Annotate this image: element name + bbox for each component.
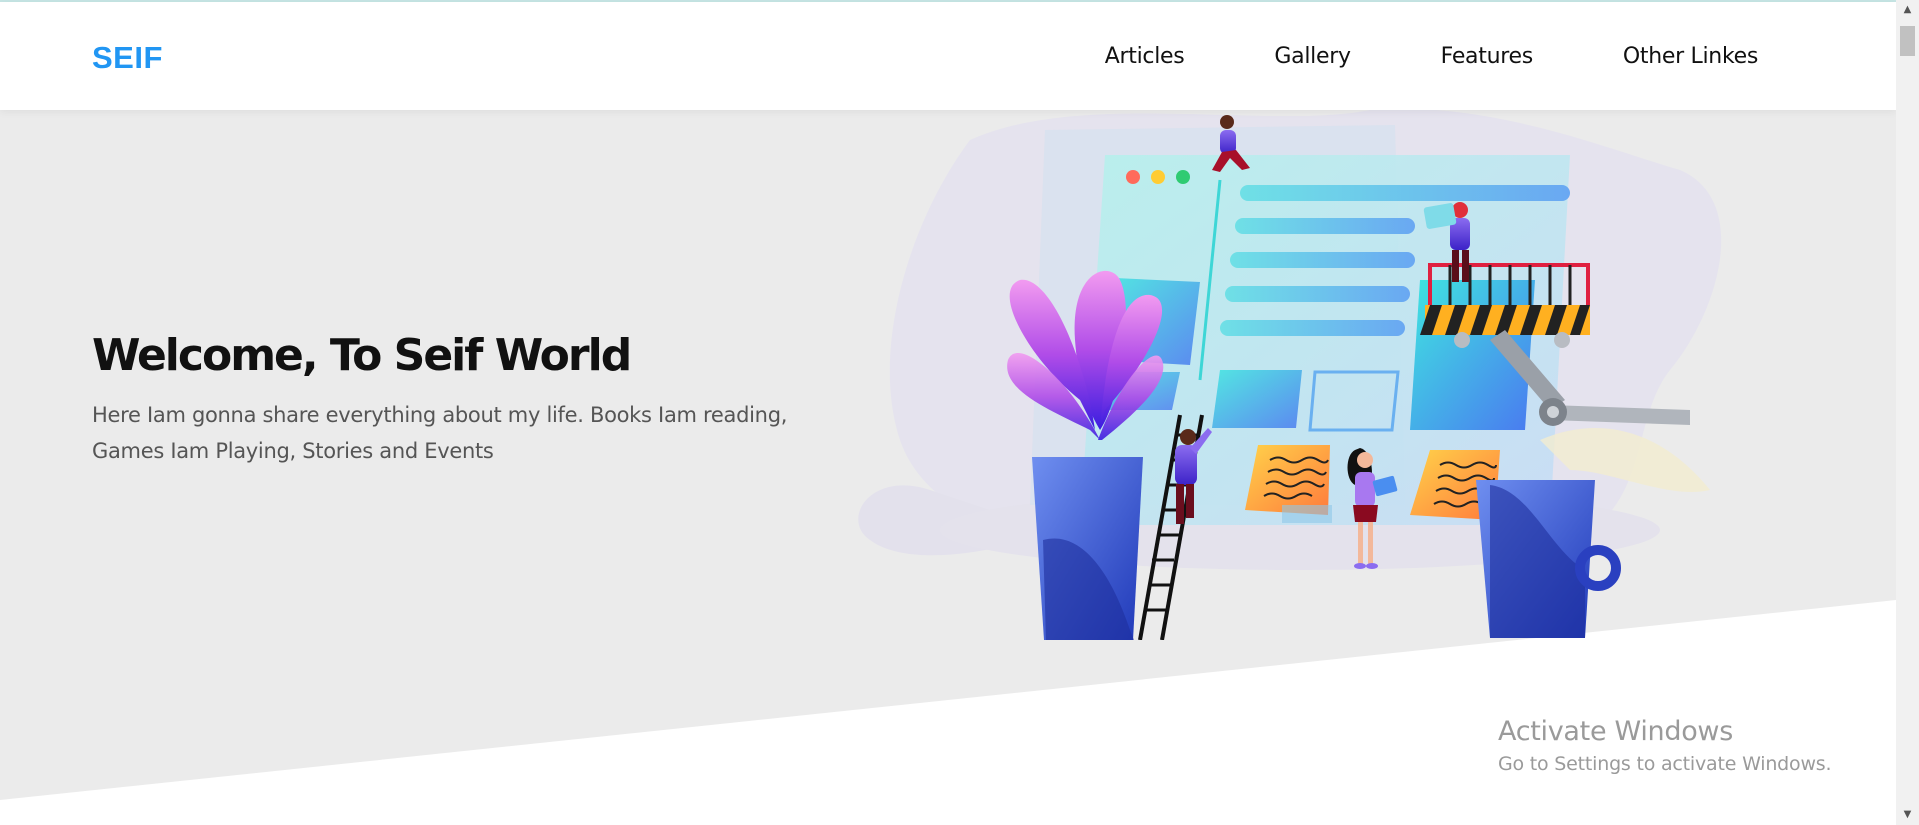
scroll-down-arrow-icon[interactable]: ▼: [1896, 805, 1919, 825]
hero-illustration: [858, 110, 1722, 640]
nav-link-articles[interactable]: Articles: [1105, 44, 1185, 69]
scrollbar-thumb[interactable]: [1900, 26, 1915, 56]
nav-link-other-links[interactable]: Other Linkes: [1623, 44, 1758, 69]
site-header: SEIF Articles Gallery Features Other Lin…: [0, 2, 1896, 110]
activate-windows-subtitle: Go to Settings to activate Windows.: [1498, 753, 1832, 775]
vertical-scrollbar[interactable]: ▲ ▼: [1896, 0, 1919, 825]
windows-activation-watermark: Activate Windows Go to Settings to activ…: [1498, 716, 1832, 775]
hero-title: Welcome, To Seif World: [92, 330, 632, 381]
activate-windows-title: Activate Windows: [1498, 716, 1733, 747]
nav-link-features[interactable]: Features: [1441, 44, 1534, 69]
browser-viewport: SEIF Articles Gallery Features Other Lin…: [0, 0, 1919, 825]
hero-description: Here Iam gonna share everything about my…: [92, 403, 788, 463]
site-logo[interactable]: SEIF: [92, 40, 163, 76]
main-nav: Articles Gallery Features Other Linkes: [1015, 2, 1759, 110]
scroll-up-arrow-icon[interactable]: ▲: [1896, 0, 1919, 20]
nav-link-gallery[interactable]: Gallery: [1274, 44, 1351, 69]
